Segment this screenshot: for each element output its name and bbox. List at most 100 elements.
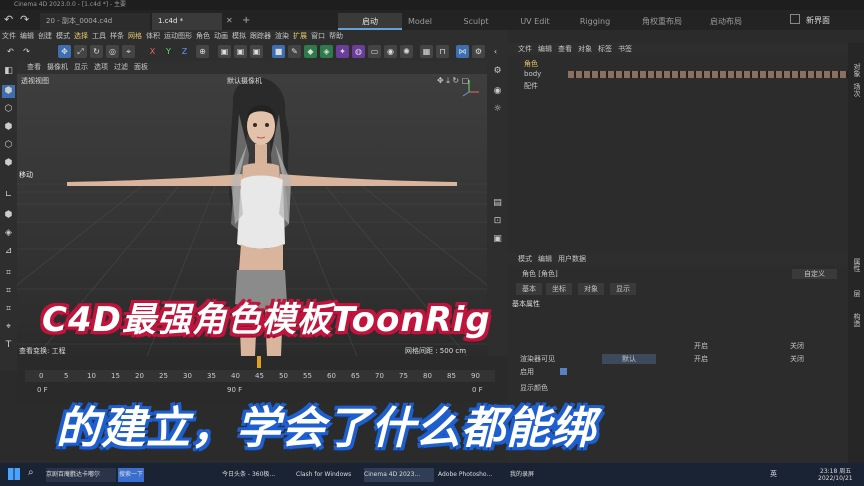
viewport-menu-options[interactable]: 选项 (94, 63, 108, 71)
close-tab-icon[interactable]: ✕ (226, 16, 233, 25)
taskbar-photoshop[interactable]: Adobe Photosho... (438, 468, 506, 482)
side-tab-takes[interactable]: 场次 (852, 83, 862, 97)
side-tab-construct[interactable]: 构造 (852, 313, 862, 327)
attr-row-top-value-on[interactable]: 开启 (694, 341, 708, 351)
new-interface-button[interactable]: 新界面 (806, 15, 830, 26)
edges-mode-icon[interactable]: ⬡ (2, 139, 15, 152)
menu-simulate[interactable]: 模拟 (230, 30, 248, 43)
quantize-icon[interactable]: ⌗ (2, 285, 15, 298)
render-view-icon[interactable]: ▣ (218, 45, 231, 58)
axis-mode-icon[interactable]: ∟ (2, 189, 15, 202)
taskbar-recorder[interactable]: 我的录屏 (510, 468, 560, 482)
axis-x-button[interactable]: X (146, 45, 159, 58)
layout-tab-rigging[interactable]: Rigging (563, 13, 627, 30)
scale-tool-icon[interactable]: ⤢ (74, 45, 87, 58)
grid-icon[interactable]: ▦ (420, 45, 433, 58)
object-row-accessories[interactable]: 配件 (512, 81, 842, 92)
field-icon[interactable]: ◍ (352, 45, 365, 58)
layout-tab-uvedit[interactable]: UV Edit (503, 13, 567, 30)
side-tab-layers[interactable]: 层 (852, 290, 862, 297)
menu-window[interactable]: 窗口 (309, 30, 327, 43)
redo-icon[interactable]: ↷ (20, 13, 29, 26)
menu-animate[interactable]: 动画 (212, 30, 230, 43)
file-tab-2[interactable]: 1.c4d * (152, 13, 222, 30)
light-icon[interactable]: ✺ (400, 45, 413, 58)
cube-icon[interactable]: ■ (272, 45, 285, 58)
taskbar-search-button[interactable]: 搜索一下 (118, 468, 144, 482)
playhead[interactable] (257, 356, 261, 368)
menu-select[interactable]: 选择 (72, 30, 90, 43)
start-frame[interactable]: 0 F (37, 386, 48, 394)
taskbar-browser[interactable]: 京剧百庵氍达卡嘟尔 (46, 468, 116, 482)
polygons-mode-icon[interactable]: ⬢ (2, 157, 15, 170)
menu-spline[interactable]: 样条 (108, 30, 126, 43)
om-menu-object[interactable]: 对象 (578, 45, 592, 53)
menu-character[interactable]: 角色 (194, 30, 212, 43)
attribute-preset[interactable]: 自定义 (792, 269, 837, 279)
layout-tab-sculpt[interactable]: Sculpt (444, 13, 508, 30)
points-mode-icon[interactable]: ⬢ (2, 121, 15, 134)
attribute-tab-display[interactable]: 显示 (610, 283, 636, 295)
menu-mograph[interactable]: 运动图形 (162, 30, 194, 43)
attr-on[interactable]: 开启 (694, 354, 708, 364)
panel-collapse-icon[interactable]: ‹ (489, 45, 502, 58)
render-region-icon[interactable]: ◉ (491, 85, 504, 98)
workplane-icon[interactable]: ⊿ (2, 245, 15, 258)
menu-mode[interactable]: 模式 (54, 30, 72, 43)
attr-default[interactable]: 默认 (602, 354, 656, 364)
attribute-tab-basic[interactable]: 基本 (516, 283, 542, 295)
menu-file[interactable]: 文件 (0, 30, 18, 43)
python-icon[interactable]: ⚙ (491, 65, 504, 78)
menu-extensions[interactable]: 扩展 (291, 30, 309, 43)
viewport-menu-display[interactable]: 显示 (74, 63, 88, 71)
menu-tools[interactable]: 工具 (90, 30, 108, 43)
menu-help[interactable]: 帮助 (327, 30, 345, 43)
undo-tool-icon[interactable]: ↶ (4, 45, 17, 58)
tag-strip[interactable] (568, 71, 848, 78)
coordinate-system-icon[interactable]: ⊕ (196, 45, 209, 58)
viewport-nav-icons[interactable]: ✥ ⤓ ↻ ▢ (437, 76, 469, 86)
menu-edit[interactable]: 编辑 (18, 30, 36, 43)
taskbar-clash[interactable]: Clash for Windows (296, 468, 358, 482)
magnet-icon[interactable]: ⊓ (436, 45, 449, 58)
timeline-ruler[interactable]: 0 5 10 15 20 25 30 35 40 45 50 55 60 65 … (25, 370, 495, 382)
om-menu-edit[interactable]: 编辑 (538, 45, 552, 53)
viewport-menu-panel[interactable]: 面板 (134, 63, 148, 71)
snap-enable-icon[interactable]: ⌗ (2, 267, 15, 280)
render-settings-icon[interactable]: ▣ (250, 45, 263, 58)
symmetry-icon[interactable]: ⋈ (456, 45, 469, 58)
am-menu-userdata[interactable]: 用户数据 (558, 255, 586, 263)
attribute-tab-coord[interactable]: 坐标 (546, 283, 572, 295)
attr-off[interactable]: 关闭 (790, 354, 804, 364)
floor-icon[interactable]: ▭ (368, 45, 381, 58)
texture-mode-icon[interactable]: ⬡ (2, 103, 15, 116)
om-menu-tag[interactable]: 标签 (598, 45, 612, 53)
picture-viewer-icon[interactable]: ▤ (491, 197, 504, 210)
start-icon[interactable] (8, 468, 20, 480)
bookmark-icon[interactable]: ⊡ (491, 215, 504, 228)
undo-icon[interactable]: ↶ (4, 13, 13, 26)
solo-icon[interactable]: ◈ (2, 227, 15, 240)
menu-volume[interactable]: 体积 (144, 30, 162, 43)
enabled-checkbox[interactable] (560, 368, 567, 375)
attr-row-top-value-off[interactable]: 关闭 (790, 341, 804, 351)
object-mode-icon[interactable]: ⬢ (2, 85, 15, 98)
point-snap-icon[interactable]: ⌖ (2, 321, 15, 334)
camera-label[interactable]: 默认摄像机 (227, 76, 262, 86)
am-menu-edit[interactable]: 编辑 (538, 255, 552, 263)
camera-icon[interactable]: ◉ (384, 45, 397, 58)
viewport-menu-filter[interactable]: 过滤 (114, 63, 128, 71)
taskbar-cinema4d[interactable]: Cinema 4D 2023... (364, 468, 434, 482)
capture-icon[interactable]: ▣ (491, 233, 504, 246)
layout-tab-model[interactable]: Model (388, 13, 452, 30)
grid-snap-icon[interactable]: ⌗ (2, 303, 15, 316)
om-menu-view[interactable]: 查看 (558, 45, 572, 53)
axis-y-button[interactable]: Y (162, 45, 175, 58)
viewport-menu-view[interactable]: 查看 (27, 63, 41, 71)
layout-tab-startup-layout[interactable]: 启动布局 (694, 13, 758, 30)
menu-create[interactable]: 创建 (36, 30, 54, 43)
file-tab-1[interactable]: 20 - 副本_0004.c4d (40, 13, 150, 30)
axis-z-button[interactable]: Z (178, 45, 191, 58)
lod-icon[interactable]: ☼ (491, 103, 504, 116)
om-menu-bookmark[interactable]: 书签 (618, 45, 632, 53)
